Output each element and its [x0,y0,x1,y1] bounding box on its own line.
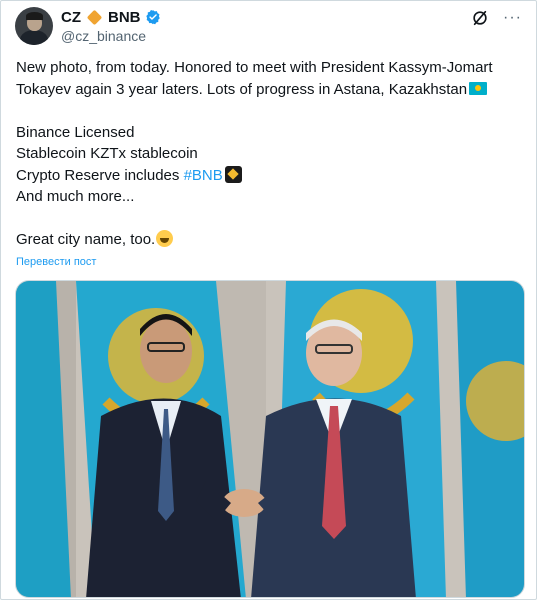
tweet-photo[interactable] [15,280,525,598]
tweet-line-2: Binance Licensed [16,123,135,141]
kazakhstan-flag-icon [469,81,488,95]
grok-icon[interactable] [471,9,489,27]
tweet-line-3: Stablecoin KZTx stablecoin [16,145,198,162]
tweet-line-1: New photo, from today. Honored to meet w… [16,59,493,98]
author-name[interactable]: CZ [61,9,81,26]
author-name-row[interactable]: CZ BNB [61,8,161,26]
author-handle[interactable]: @cz_binance [61,28,146,44]
tweet-line-4: Crypto Reserve includes #BNB [16,165,526,187]
profile-avatar[interactable] [15,7,53,45]
bnb-logo-icon [224,165,242,183]
author-name-suffix[interactable]: BNB [108,9,141,26]
tweet-body: New photo, from today. Honored to meet w… [16,57,526,251]
laughing-emoji-icon [156,230,174,247]
tweet-line-6: Great city name, too. [16,229,526,251]
tweet-card[interactable]: CZ BNB @cz_binance ··· New photo, from t… [0,0,537,600]
verified-badge-icon [145,10,160,25]
translate-post-link[interactable]: Перевести пост [16,256,96,268]
tweet-line-5: And much more... [16,188,135,205]
more-options-icon[interactable]: ··· [503,10,522,26]
bnb-hashtag-link[interactable]: #BNB [184,167,223,184]
bnb-diamond-icon [86,9,103,25]
